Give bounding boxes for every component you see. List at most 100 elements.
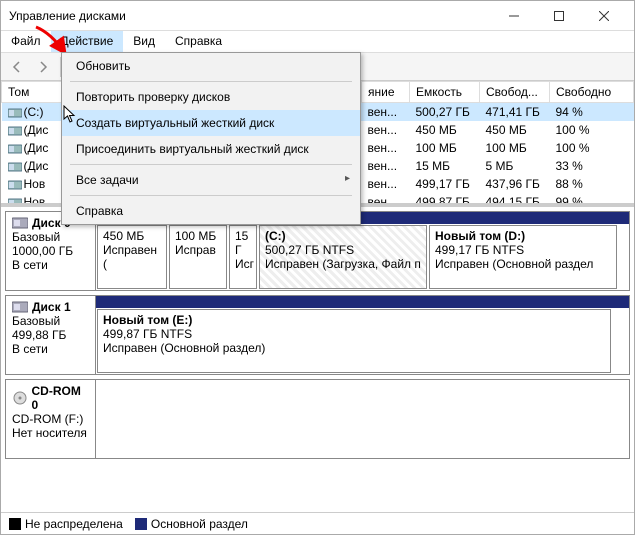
col-capacity[interactable]: Емкость [410,82,480,103]
cell-capacity: 499,87 ГБ [410,193,480,208]
cell-state: вен... [362,175,410,193]
disk-row: Диск 1 Базовый 499,88 ГБ В сети Новый то… [5,295,630,375]
menu-all-tasks[interactable]: Все задачи [62,167,360,193]
partition[interactable]: Новый том (E:) 499,87 ГБ NTFS Исправен (… [97,309,611,373]
partition-status: Исправен (Загрузка, Файл п [265,257,421,271]
col-free-pct[interactable]: Свободно [550,82,634,103]
disk-info: CD-ROM 0 CD-ROM (F:) Нет носителя [6,380,96,458]
col-state[interactable]: яние [362,82,410,103]
disk-name: CD-ROM 0 [12,384,89,412]
partition-status: Исправ [175,243,221,257]
menu-bar: Файл Действие Вид Справка [1,31,634,53]
volume-icon [8,161,22,172]
cell-name: (Дис [2,157,62,175]
menu-help-item[interactable]: Справка [62,198,360,224]
partition-size: 499,17 ГБ NTFS [435,243,611,257]
disk-type: Базовый [12,230,89,244]
partition-status: Исправен ( [103,243,161,271]
partition[interactable]: Новый том (D:) 499,17 ГБ NTFS Исправен (… [429,225,617,289]
partition-name: Новый том (D:) [435,229,611,243]
menu-view[interactable]: Вид [123,31,165,52]
disk-info: Диск 1 Базовый 499,88 ГБ В сети [6,296,96,374]
title-bar: Управление дисками [1,1,634,31]
disk-name: Диск 1 [12,300,89,314]
partition[interactable]: 15 Г Исг [229,225,257,289]
cell-name: Нов [2,175,62,193]
partitions [96,380,629,458]
cell-free: 450 МБ [480,121,550,139]
menu-create-vhd[interactable]: Создать виртуальный жесткий диск [62,110,360,136]
cell-free: 437,96 ГБ [480,175,550,193]
cell-state: вен... [362,139,410,157]
partition-size: 499,87 ГБ NTFS [103,327,605,341]
menu-rescan[interactable]: Повторить проверку дисков [62,84,360,110]
partition-size: 500,27 ГБ NTFS [265,243,421,257]
window-title: Управление дисками [9,9,491,23]
cell-name: (C:) [2,103,62,121]
cell-capacity: 500,27 ГБ [410,103,480,121]
minimize-button[interactable] [491,1,536,31]
disk-size: 499,88 ГБ [12,328,89,342]
menu-file[interactable]: Файл [1,31,51,52]
cell-pct: 88 % [550,175,634,193]
partition-status: Исправен (Основной раздел) [103,341,605,355]
partition[interactable]: (C:) 500,27 ГБ NTFS Исправен (Загрузка, … [259,225,427,289]
forward-button[interactable] [31,55,55,79]
cell-state: вен... [362,103,410,121]
cell-free: 471,41 ГБ [480,103,550,121]
menu-separator [70,164,352,165]
volume-icon [8,143,22,154]
partition-name: (C:) [265,229,421,243]
legend: Не распределена Основной раздел [1,512,634,534]
menu-separator [70,195,352,196]
cell-pct: 100 % [550,139,634,157]
cell-free: 5 МБ [480,157,550,175]
cell-capacity: 499,17 ГБ [410,175,480,193]
close-button[interactable] [581,1,626,31]
volume-icon [8,125,22,136]
legend-primary: Основной раздел [135,517,248,531]
partition[interactable]: 450 МБ Исправен ( [97,225,167,289]
cell-state: вен... [362,121,410,139]
cell-pct: 94 % [550,103,634,121]
back-button[interactable] [5,55,29,79]
partitions: Новый том (E:) 499,87 ГБ NTFS Исправен (… [96,296,629,374]
partition-name: Новый том (E:) [103,313,605,327]
disk-status: В сети [12,342,89,356]
menu-action[interactable]: Действие [51,31,124,52]
disk-size: 1000,00 ГБ [12,244,89,258]
partition[interactable]: 100 МБ Исправ [169,225,227,289]
col-free[interactable]: Свобод... [480,82,550,103]
cell-free: 100 МБ [480,139,550,157]
partition-status: Исг [235,257,251,271]
action-dropdown: Обновить Повторить проверку дисков Созда… [61,52,361,225]
partition-size: 15 Г [235,229,251,257]
cell-pct: 99 % [550,193,634,208]
volume-icon [8,197,22,207]
partition-stripe [96,296,629,308]
disk-graphic-pane: Диск 0 Базовый 1000,00 ГБ В сети 450 МБ … [1,207,634,512]
cell-capacity: 450 МБ [410,121,480,139]
cell-name: Нов [2,193,62,208]
partition-size: 100 МБ [175,229,221,243]
menu-attach-vhd[interactable]: Присоединить виртуальный жесткий диск [62,136,360,162]
menu-separator [70,81,352,82]
maximize-button[interactable] [536,1,581,31]
cell-capacity: 15 МБ [410,157,480,175]
disk-status: Нет носителя [12,426,89,440]
cell-name: (Дис [2,139,62,157]
disk-type: Базовый [12,314,89,328]
menu-help[interactable]: Справка [165,31,232,52]
volume-icon [8,107,22,118]
cell-pct: 33 % [550,157,634,175]
cell-state: вен... [362,157,410,175]
cell-name: (Дис [2,121,62,139]
legend-unallocated: Не распределена [9,517,123,531]
cell-capacity: 100 МБ [410,139,480,157]
partition-size: 450 МБ [103,229,161,243]
cell-pct: 100 % [550,121,634,139]
partition-status: Исправен (Основной раздел [435,257,611,271]
col-volume[interactable]: Том [2,82,62,103]
menu-refresh[interactable]: Обновить [62,53,360,79]
disk-row: CD-ROM 0 CD-ROM (F:) Нет носителя [5,379,630,459]
